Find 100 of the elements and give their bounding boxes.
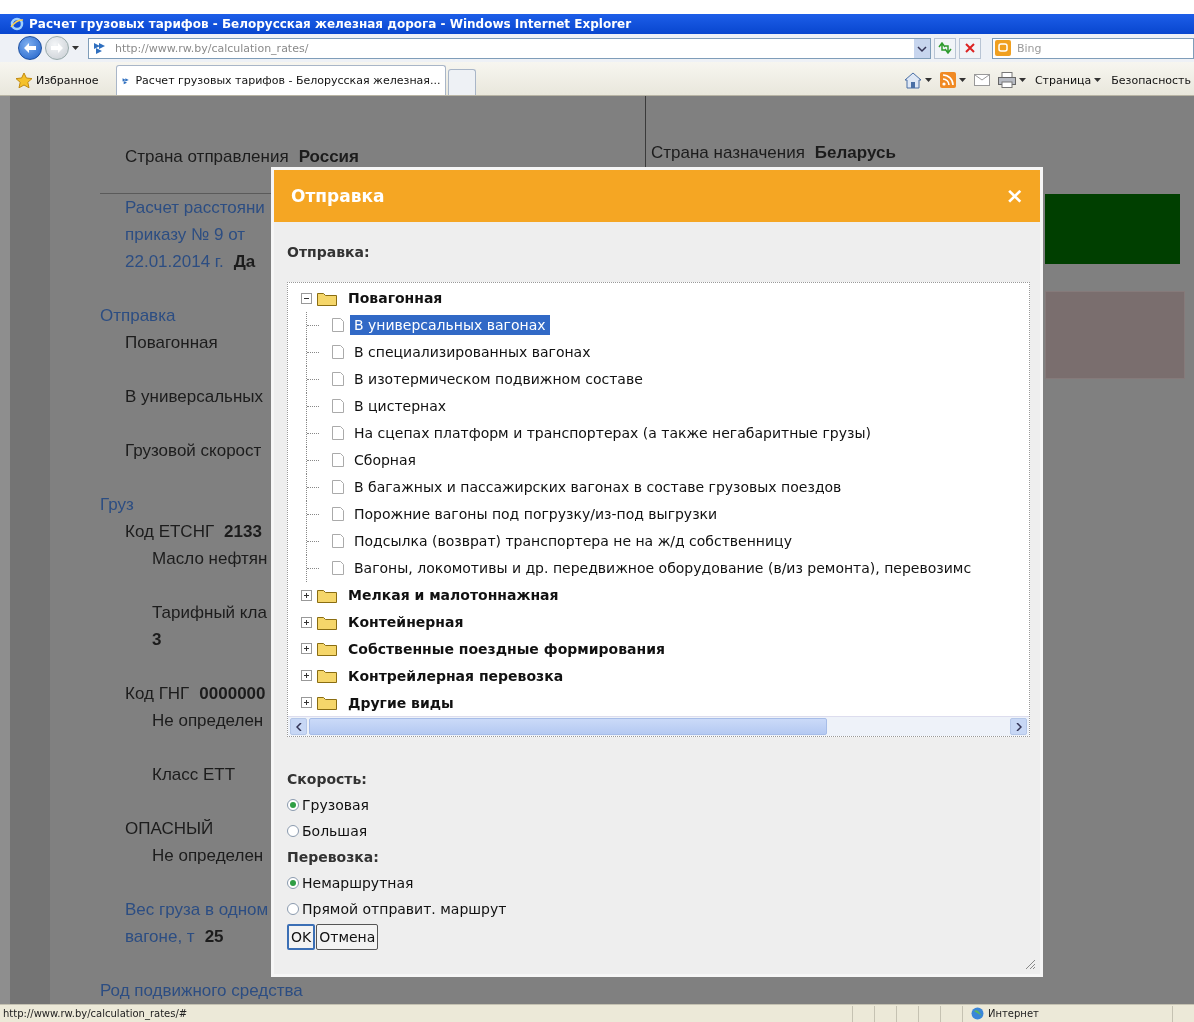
tree-item[interactable]: Порожние вагоны под погрузку/из-под выгрузки — [350, 504, 722, 525]
field-label: В универсальных — [125, 386, 264, 407]
document-icon — [332, 399, 344, 414]
mail-button[interactable] — [971, 74, 992, 86]
group-label: Скорость: — [287, 771, 367, 787]
field-label: Класс ЕТТ — [152, 764, 236, 785]
field-label: 3 — [152, 629, 162, 650]
field-value: Россия — [298, 146, 359, 167]
refresh-icon — [938, 42, 952, 54]
collapse-icon[interactable] — [301, 292, 312, 304]
field-label: Не определен — [152, 845, 264, 866]
folder-icon — [317, 614, 337, 630]
field-label: Код ЕТСНГ — [125, 521, 215, 542]
radio-button[interactable] — [287, 825, 299, 837]
scroll-right-button[interactable] — [1010, 718, 1027, 735]
field-label: Код ГНГ — [125, 683, 190, 704]
dropdown-icon[interactable] — [914, 38, 930, 58]
field-label: Повагонная — [125, 332, 218, 353]
field-value: 2133 — [224, 521, 262, 542]
dialog-title: Отправка — [291, 186, 385, 206]
field-value: Да — [233, 251, 256, 272]
folder-icon — [317, 290, 337, 306]
document-icon — [332, 507, 344, 522]
window-title: Расчет грузовых тарифов - Белорусская железная дорога - Windows Internet Explorer — [29, 17, 632, 31]
browser-tab[interactable]: Расчет грузовых тарифов - Белорусская железная... — [116, 65, 447, 95]
group-label: Перевозка: — [287, 849, 379, 865]
radio-label: Прямой отправит. маршрут — [302, 901, 507, 917]
tree-item[interactable]: Повагонная — [345, 288, 446, 309]
folder-icon — [317, 668, 337, 684]
star-icon — [16, 72, 32, 88]
field-label: ОПАСНЫЙ — [125, 818, 214, 839]
caret-icon — [958, 78, 966, 82]
history-caret-icon — [72, 46, 79, 50]
command-menu[interactable]: Безопасность — [1108, 73, 1194, 87]
scroll-left-button[interactable] — [290, 718, 307, 735]
dialog-button[interactable]: Отмена — [316, 924, 379, 950]
tree-item[interactable]: В изотермическом подвижном составе — [350, 369, 647, 390]
expand-icon[interactable] — [301, 589, 312, 601]
tree-item[interactable]: Сборная — [350, 450, 420, 471]
folder-icon — [317, 641, 337, 657]
field-label: Масло нефтян — [152, 548, 268, 569]
close-icon — [965, 43, 975, 53]
status-url: http://www.rw.by/calculation_rates/# — [3, 1008, 188, 1019]
document-icon — [332, 345, 344, 360]
field-label: Грузовой скорост — [125, 440, 262, 461]
resize-grip-icon[interactable] — [1025, 959, 1036, 970]
search-field[interactable]: Bing — [992, 37, 1194, 59]
radio-button[interactable] — [287, 903, 299, 915]
tree-item[interactable]: В багажных и пассажирских вагонах в составе грузовых поездов — [350, 477, 846, 498]
expand-icon[interactable] — [301, 697, 312, 709]
horizontal-scrollbar[interactable] — [288, 716, 1029, 736]
tree-item[interactable]: Контейнерная — [345, 612, 467, 633]
field-label: Страна назначения — [651, 143, 805, 164]
radio-label: Грузовая — [302, 797, 369, 813]
tree-item[interactable]: Другие виды — [345, 692, 457, 713]
command-menu[interactable]: Страница — [1031, 73, 1105, 87]
caret-icon — [924, 78, 932, 82]
tree-item[interactable]: В цистернах — [350, 396, 451, 417]
radio-label: Немаршрутная — [302, 875, 414, 891]
field-label: Тарифный кла — [152, 602, 267, 623]
document-icon — [332, 453, 344, 468]
print-button[interactable] — [995, 72, 1028, 88]
expand-icon[interactable] — [301, 643, 312, 655]
document-icon — [332, 480, 344, 495]
globe-icon — [971, 1007, 984, 1020]
field-value: 0000000 — [199, 683, 266, 704]
forward-arrow-icon — [51, 43, 63, 53]
expand-icon[interactable] — [301, 670, 312, 682]
folder-icon — [317, 587, 337, 603]
scroll-thumb[interactable] — [309, 718, 827, 735]
document-icon — [332, 561, 344, 576]
document-icon — [332, 426, 344, 441]
dialog-button[interactable]: OK — [287, 924, 316, 950]
expand-icon[interactable] — [301, 616, 312, 628]
tree-item[interactable]: Мелкая и малотоннажная — [345, 585, 562, 606]
radio-button[interactable] — [287, 877, 299, 889]
caret-icon — [1018, 78, 1026, 82]
tree-item[interactable]: В универсальных вагонах — [350, 315, 550, 336]
document-icon — [332, 318, 344, 333]
document-icon — [332, 534, 344, 549]
address-text: http://www.rw.by/calculation_rates/ — [115, 41, 309, 55]
tree-item[interactable]: На сцепах платформ и транспортерах (а также негабаритные грузы) — [350, 423, 875, 444]
back-arrow-icon — [24, 43, 36, 53]
field-value: 25 — [204, 926, 224, 947]
stop-button[interactable] — [959, 37, 981, 59]
feeds-button[interactable] — [937, 72, 968, 88]
field-label: Не определен — [152, 710, 264, 731]
radio-label: Большая — [302, 823, 368, 839]
radio-button[interactable] — [287, 799, 299, 811]
field-value: Беларусь — [814, 143, 896, 164]
tree-item[interactable]: Контрейлерная перевозка — [345, 665, 567, 686]
tree-item[interactable]: Вагоны, локомотивы и др. передвижное оборудование (в/из ремонта), перевозимс — [350, 558, 976, 579]
tree-item[interactable]: Подсылка (возврат) транспортера не на ж/д собственницу — [350, 531, 796, 552]
caret-icon — [1094, 78, 1102, 82]
favorites-button[interactable]: Избранное — [10, 65, 105, 95]
tree-item[interactable]: Собственные поездные формирования — [345, 638, 668, 659]
browser-logo-icon — [10, 17, 24, 31]
back-button[interactable] — [18, 36, 42, 60]
tree-item[interactable]: В специализированных вагонах — [350, 342, 595, 363]
address-field[interactable]: http://www.rw.by/calculation_rates/ — [88, 37, 931, 59]
